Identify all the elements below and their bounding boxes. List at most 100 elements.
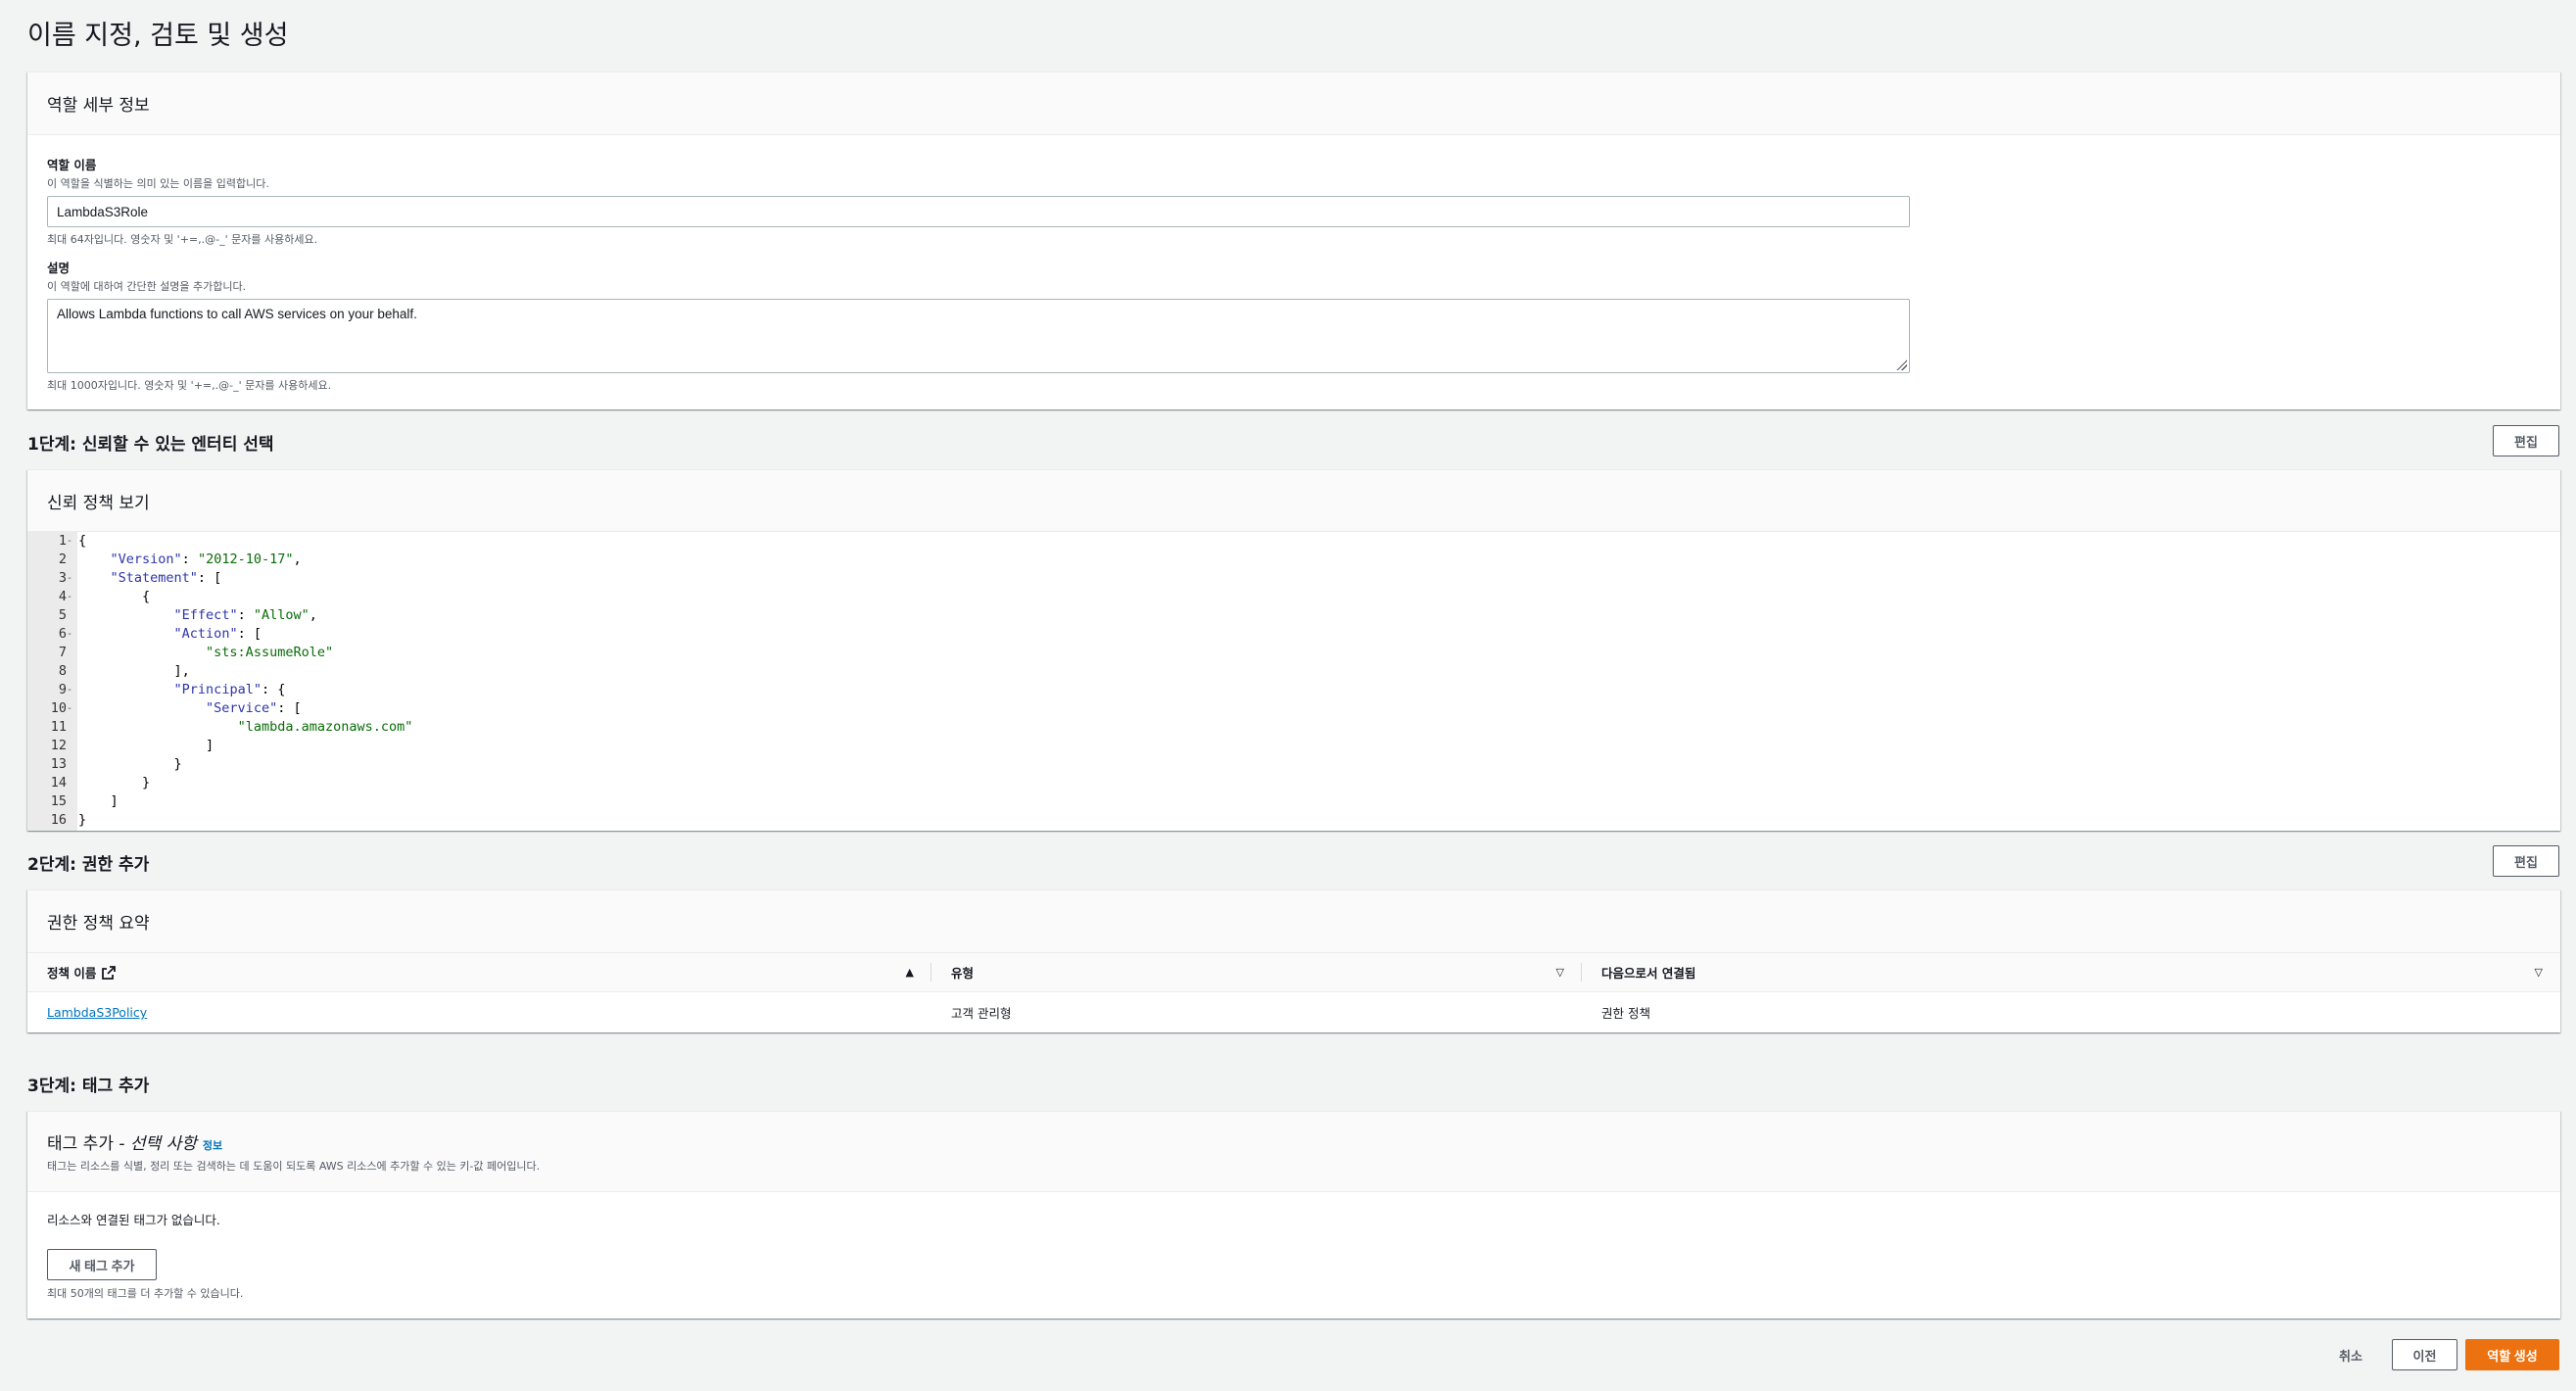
- fold-toggle-icon[interactable]: -: [67, 532, 76, 551]
- code-line: 5 "Effect": "Allow",: [27, 606, 2560, 625]
- table-row: LambdaS3Policy 고객 관리형 권한 정책: [27, 992, 2560, 1032]
- step1-title: 1단계: 신뢰할 수 있는 엔터티 선택: [27, 435, 274, 455]
- resize-grip-icon[interactable]: [1895, 359, 1907, 370]
- code-text: ]: [78, 793, 119, 809]
- step3-title: 3단계: 태그 추가: [27, 1077, 150, 1096]
- info-link[interactable]: 정보: [203, 1137, 222, 1153]
- line-number: 3: [58, 570, 67, 586]
- code-line: 7 "sts:AssumeRole": [27, 644, 2560, 662]
- role-name-value: LambdaS3Role: [57, 204, 149, 219]
- trust-policy-card: 신뢰 정책 보기 1-{2 "Version": "2012-10-17", 3-…: [27, 469, 2560, 831]
- tags-card: 태그 추가 - 선택 사항 정보 태그는 리소스를 식별, 정리 또는 검색하는…: [27, 1111, 2560, 1319]
- json-key: "Action": [173, 626, 238, 642]
- code-line: 13 }: [27, 755, 2560, 774]
- fold-toggle-icon[interactable]: -: [67, 569, 76, 588]
- line-number: 15: [50, 793, 67, 809]
- role-details-card: 역할 세부 정보 역할 이름 이 역할을 식별하는 의미 있는 이름을 입력합니…: [27, 72, 2560, 409]
- permissions-table-header: 정책 이름 ▲ 유형 ▽ 다음으로서 연결됨 ▽: [27, 952, 2560, 992]
- line-number: 11: [50, 719, 67, 735]
- trust-policy-title: 신뢰 정책 보기: [47, 493, 150, 513]
- previous-button[interactable]: 이전: [2392, 1339, 2457, 1370]
- permissions-header: 권한 정책 요약: [27, 890, 2560, 952]
- code-text: "Action": [: [173, 626, 262, 642]
- column-attached-as-label: 다음으로서 연결됨: [1601, 966, 1696, 981]
- cancel-button[interactable]: 취소: [2339, 1346, 2362, 1365]
- trust-policy-editor[interactable]: 1-{2 "Version": "2012-10-17", 3- "Stateme…: [27, 532, 2560, 831]
- line-number: 4: [58, 589, 67, 604]
- code-text: {: [78, 589, 151, 604]
- code-text: "lambda.amazonaws.com": [78, 718, 413, 737]
- code-line: 8 ],: [27, 662, 2560, 681]
- json-key: "Principal": [173, 682, 262, 697]
- column-attached-as[interactable]: 다음으로서 연결됨 ▽: [1582, 953, 2560, 991]
- policy-link[interactable]: LambdaS3Policy: [47, 1005, 147, 1020]
- tags-header: 태그 추가 - 선택 사항 정보 태그는 리소스를 식별, 정리 또는 검색하는…: [27, 1112, 2560, 1192]
- code-line: 6- "Action": [: [27, 625, 2560, 644]
- code-line: 15 ]: [27, 792, 2560, 811]
- code-text: "Service": [: [206, 700, 302, 716]
- code-text: {: [78, 533, 87, 549]
- description-description: 이 역할에 대하여 간단한 설명을 추가합니다.: [47, 280, 247, 293]
- code-lines: 1-{2 "Version": "2012-10-17", 3- "Stateme…: [27, 532, 2560, 830]
- json-key: "Effect": [173, 607, 238, 623]
- json-string: "Allow": [253, 607, 310, 623]
- fold-toggle-icon[interactable]: -: [67, 681, 76, 699]
- code-line: 1-{: [27, 532, 2560, 551]
- role-name-hint: 최대 64자입니다. 영숫자 및 '+=,.@-_' 문자를 사용하세요.: [47, 233, 318, 246]
- no-tags-text: 리소스와 연결된 태그가 없습니다.: [47, 1213, 220, 1227]
- fold-toggle-icon[interactable]: -: [67, 588, 76, 606]
- column-type[interactable]: 유형 ▽: [931, 953, 1582, 991]
- role-details-header: 역할 세부 정보: [27, 72, 2560, 135]
- code-line: 3- "Statement": [: [27, 569, 2560, 588]
- code-text: "Statement": [: [110, 570, 222, 586]
- json-key: "Version": [110, 552, 182, 567]
- column-type-label: 유형: [951, 966, 975, 981]
- code-text: ]: [78, 738, 215, 753]
- role-name-description: 이 역할을 식별하는 의미 있는 이름을 입력합니다.: [47, 177, 269, 190]
- trust-policy-header: 신뢰 정책 보기: [27, 470, 2560, 532]
- line-number: 16: [50, 812, 67, 828]
- permissions-title: 권한 정책 요약: [47, 914, 150, 934]
- fold-toggle-icon[interactable]: -: [67, 625, 76, 644]
- create-role-button[interactable]: 역할 생성: [2465, 1339, 2559, 1370]
- json-key: "Statement": [110, 570, 198, 586]
- line-number: 14: [50, 775, 67, 791]
- code-line: 12 ]: [27, 737, 2560, 755]
- code-line: 9- "Principal": {: [27, 681, 2560, 699]
- json-key: "Service": [206, 700, 278, 716]
- description-hint: 최대 1000자입니다. 영숫자 및 '+=,.@-_' 문자를 사용하세요.: [47, 379, 332, 392]
- external-link-icon: [102, 965, 117, 980]
- code-text: }: [78, 756, 182, 772]
- description-textarea[interactable]: Allows Lambda functions to call AWS serv…: [47, 299, 1910, 373]
- tag-limit-hint: 최대 50개의 태그를 더 추가할 수 있습니다.: [47, 1287, 244, 1300]
- step1-edit-button[interactable]: 편집: [2493, 425, 2559, 456]
- line-number: 5: [58, 607, 67, 623]
- role-details-title: 역할 세부 정보: [47, 96, 150, 116]
- column-policy-name[interactable]: 정책 이름 ▲: [27, 953, 931, 991]
- code-line: 2 "Version": "2012-10-17",: [27, 551, 2560, 569]
- line-number: 10: [50, 700, 67, 716]
- add-tag-button[interactable]: 새 태그 추가: [47, 1249, 157, 1280]
- code-line: 4- {: [27, 588, 2560, 606]
- fold-toggle-icon[interactable]: -: [67, 699, 76, 718]
- code-text: }: [78, 812, 87, 828]
- json-string: "lambda.amazonaws.com": [237, 719, 413, 735]
- line-number: 12: [50, 738, 67, 753]
- tags-title-prefix: 태그 추가 -: [47, 1134, 130, 1154]
- line-number: 2: [58, 552, 67, 567]
- tags-title-optional: 선택 사항: [129, 1134, 197, 1154]
- policy-type-cell: 고객 관리형: [951, 1006, 1012, 1021]
- sort-icon[interactable]: ▽: [1556, 966, 1564, 979]
- role-name-label: 역할 이름: [47, 158, 97, 172]
- sort-ascending-icon[interactable]: ▲: [906, 966, 914, 979]
- line-number: 9: [58, 682, 67, 697]
- sort-icon[interactable]: ▽: [2535, 966, 2543, 979]
- code-line: 10- "Service": [: [27, 699, 2560, 718]
- line-number: 1: [58, 533, 67, 549]
- line-number: 6: [58, 626, 67, 642]
- role-name-input[interactable]: LambdaS3Role: [47, 196, 1910, 227]
- attached-as-cell: 권한 정책: [1601, 1006, 1650, 1021]
- policy-name-cell: LambdaS3Policy: [27, 992, 931, 1032]
- step2-edit-button[interactable]: 편집: [2493, 845, 2559, 877]
- line-number: 8: [58, 663, 67, 679]
